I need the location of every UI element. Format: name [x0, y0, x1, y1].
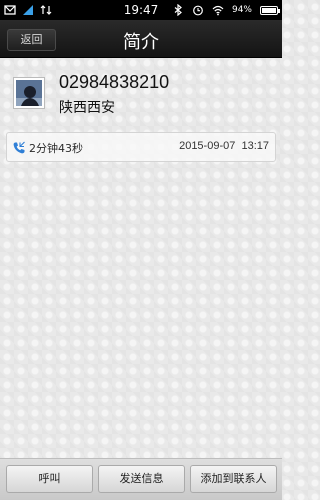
battery-icon	[260, 5, 280, 15]
send-message-button[interactable]: 发送信息	[98, 465, 185, 493]
avatar[interactable]	[14, 78, 44, 108]
call-duration: 2分钟43秒	[29, 142, 83, 155]
alarm-icon	[193, 5, 203, 16]
title-bar: 返回 简介	[0, 20, 282, 58]
phone-number: 02984838210	[59, 72, 170, 92]
call-button[interactable]: 呼叫	[6, 465, 93, 493]
status-right-icons: 94%	[172, 3, 280, 17]
call-log-item: 2分钟43秒 2015-09-07 13:17	[6, 132, 276, 162]
page-title: 简介	[123, 32, 159, 53]
call-datetime: 2015-09-07 13:17	[179, 140, 269, 152]
contact-header: 02984838210 陕西西安	[14, 71, 274, 121]
person-silhouette-icon	[16, 80, 42, 106]
wifi-icon	[212, 5, 224, 16]
incoming-call-icon	[13, 141, 25, 154]
battery-percent: 94%	[231, 5, 252, 15]
status-bar: 19:47 94%	[0, 0, 282, 20]
bluetooth-icon	[174, 4, 182, 16]
add-to-contacts-button[interactable]: 添加到联系人	[190, 465, 277, 493]
phone-location: 陕西西安	[59, 100, 115, 116]
bottom-toolbar: 呼叫 发送信息 添加到联系人	[0, 458, 282, 500]
